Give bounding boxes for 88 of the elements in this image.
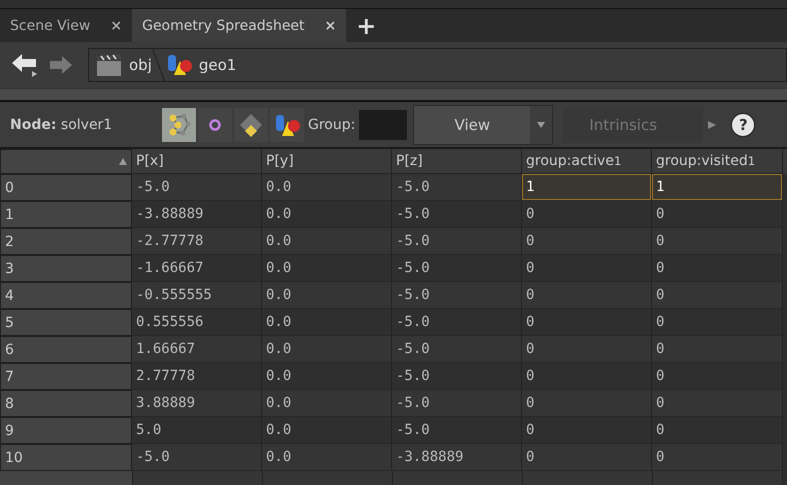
row-index[interactable]: 4: [0, 282, 132, 309]
table-cell: 1.66667: [132, 336, 262, 363]
table-cell: 1: [522, 174, 652, 201]
table-cell: 0: [652, 228, 783, 255]
clapperboard-icon: [95, 53, 123, 77]
table-cell: 0: [652, 336, 783, 363]
table-cell: -5.0: [392, 201, 522, 228]
table-cell: 0.555556: [132, 309, 262, 336]
row-index[interactable]: 5: [0, 309, 132, 336]
table-cell: 2.77778: [132, 363, 262, 390]
table-cell: 3.88889: [132, 390, 262, 417]
table-cell: 0.0: [262, 174, 392, 201]
row-index[interactable]: 2: [0, 228, 132, 255]
table-cell: -5.0: [132, 444, 262, 471]
table-cell: 0: [522, 309, 652, 336]
table-cell: 0: [652, 201, 783, 228]
table-cell: 0: [522, 228, 652, 255]
table-cell: 5.0: [132, 417, 262, 444]
sort-arrow-icon[interactable]: [119, 158, 127, 165]
path-item[interactable]: geo1: [158, 53, 242, 77]
table-cell: -5.0: [132, 174, 262, 201]
table-cell: 0: [522, 444, 652, 471]
add-tab-button[interactable]: +: [346, 12, 386, 40]
table-cell: -3.88889: [392, 444, 522, 471]
panel-tab[interactable]: Geometry Spreadsheet ×: [132, 9, 346, 42]
table-cell: -0.555555: [132, 282, 262, 309]
table-cell: 0: [522, 282, 652, 309]
table-cell: 0.0: [262, 228, 392, 255]
table-cell: -2.77778: [132, 228, 262, 255]
close-icon[interactable]: ×: [110, 18, 122, 34]
row-index[interactable]: 9: [0, 417, 132, 444]
group-label: Group:: [308, 116, 356, 132]
help-button[interactable]: ?: [731, 112, 756, 136]
table-cell: 0.0: [262, 390, 392, 417]
row-index[interactable]: 0: [0, 174, 132, 201]
table-cell: 0.0: [262, 363, 392, 390]
table-cell: -5.0: [392, 255, 522, 282]
table-cell: 0: [522, 417, 652, 444]
table-cell: 0: [522, 201, 652, 228]
table-cell: -5.0: [392, 228, 522, 255]
table-cell: 0: [522, 363, 652, 390]
table-cell: 0: [652, 255, 783, 282]
table-cell: 0: [652, 444, 783, 471]
table-cell: 0.0: [262, 282, 392, 309]
table-cell: -5.0: [392, 309, 522, 336]
table-cell: 0.0: [262, 444, 392, 471]
table-cell: 0: [652, 309, 783, 336]
table-cell: -5.0: [392, 390, 522, 417]
row-index[interactable]: 3: [0, 255, 132, 282]
table-cell: 0: [652, 417, 783, 444]
table-cell: 0.0: [262, 417, 392, 444]
group-field[interactable]: [359, 110, 408, 140]
ring-icon: [208, 118, 222, 132]
diamond-icon: [238, 112, 264, 138]
table-cell: -5.0: [392, 363, 522, 390]
row-index[interactable]: 7: [0, 363, 132, 390]
table-cell: 0: [652, 390, 783, 417]
table-cell: 0: [652, 363, 783, 390]
table-cell: -3.88889: [132, 201, 262, 228]
table-cell: -5.0: [392, 174, 522, 201]
path-item[interactable]: obj: [89, 53, 158, 77]
row-index[interactable]: 1: [0, 201, 132, 228]
table-cell: 1: [652, 174, 783, 201]
table-cell: 0.0: [262, 255, 392, 282]
caret-icon: [537, 122, 546, 128]
mode-toggle[interactable]: [270, 108, 304, 142]
table-cell: 0.0: [262, 309, 392, 336]
table-cell: 0.0: [262, 201, 392, 228]
table-cell: -1.66667: [132, 255, 262, 282]
table-cell: 0: [522, 390, 652, 417]
node-label: Node: solver1: [10, 116, 114, 132]
mode-toggle[interactable]: [162, 108, 196, 142]
forward-arrow-icon[interactable]: [48, 54, 74, 76]
table-cell: -5.0: [392, 282, 522, 309]
row-index[interactable]: 8: [0, 390, 132, 417]
play-arrow-icon[interactable]: [707, 120, 718, 130]
table-cell: 0.0: [262, 336, 392, 363]
table-cell: -5.0: [392, 336, 522, 363]
mode-toggle[interactable]: [198, 108, 232, 142]
view-dropdown[interactable]: View: [413, 104, 554, 144]
close-icon[interactable]: ×: [324, 18, 336, 34]
table-cell: -5.0: [392, 417, 522, 444]
table-cell: 0: [652, 282, 783, 309]
row-index[interactable]: 10: [0, 444, 132, 471]
table-cell: 0: [522, 255, 652, 282]
table-cell: 0: [522, 336, 652, 363]
row-index[interactable]: 6: [0, 336, 132, 363]
mode-toggle[interactable]: [234, 108, 268, 142]
